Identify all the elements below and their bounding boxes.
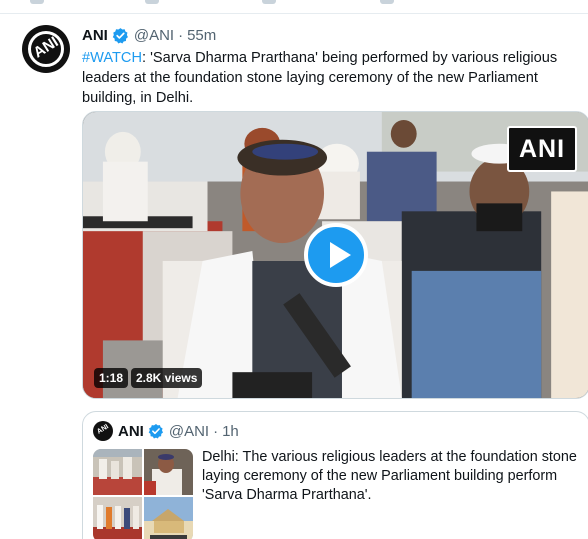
verified-badge-icon xyxy=(112,27,128,44)
hashtag-link[interactable]: #WATCH xyxy=(82,50,142,66)
tweet-text: #WATCH: 'Sarva Dharma Prarthana' being p… xyxy=(82,48,572,108)
quoted-photo-1[interactable] xyxy=(93,449,142,495)
quoted-tweet[interactable]: ANI ANI @ANI · 1h Delhi: The various rel… xyxy=(82,411,588,539)
timestamp[interactable]: 55m xyxy=(187,27,216,44)
ani-watermark: ANI xyxy=(507,126,577,172)
author-handle[interactable]: @ANI xyxy=(134,27,174,44)
quoted-timestamp[interactable]: 1h xyxy=(222,423,239,440)
avatar[interactable]: ANI xyxy=(22,25,70,73)
separator-dot: · xyxy=(213,422,219,440)
view-count: 2.8K views xyxy=(131,368,203,388)
quoted-author-handle[interactable]: @ANI xyxy=(169,423,209,440)
video-player[interactable]: ANI 1:18 2.8K views xyxy=(82,111,588,399)
like-icon[interactable] xyxy=(262,0,276,4)
quoted-photo-4[interactable] xyxy=(144,497,193,539)
tweet-header: ANI @ANI · 55m xyxy=(82,25,216,45)
share-icon[interactable] xyxy=(380,0,394,4)
verified-badge-icon xyxy=(148,424,163,439)
quoted-media-grid[interactable] xyxy=(93,449,193,539)
quoted-photo-3[interactable] xyxy=(93,497,142,539)
tweet-body: : 'Sarva Dharma Prarthana' being perform… xyxy=(82,50,558,106)
play-button[interactable] xyxy=(304,223,368,287)
quoted-tweet-text: Delhi: The various religious leaders at … xyxy=(202,449,577,503)
retweet-icon[interactable] xyxy=(145,0,159,4)
quoted-author-name[interactable]: ANI xyxy=(118,423,144,440)
reply-icon[interactable] xyxy=(30,0,44,4)
quoted-avatar[interactable]: ANI xyxy=(93,421,113,441)
previous-tweet-action-bar xyxy=(0,0,588,14)
tweet[interactable]: ANI ANI @ANI · 55m #WATCH: 'Sarva Dharma… xyxy=(0,14,588,539)
author-name[interactable]: ANI xyxy=(82,27,108,44)
play-icon xyxy=(330,242,351,268)
quoted-avatar-logo: ANI xyxy=(96,423,110,436)
quoted-tweet-header: ANI @ANI · 1h xyxy=(118,420,239,442)
video-duration: 1:18 xyxy=(94,368,129,388)
separator-dot: · xyxy=(178,26,184,44)
quoted-photo-2[interactable] xyxy=(144,449,193,495)
